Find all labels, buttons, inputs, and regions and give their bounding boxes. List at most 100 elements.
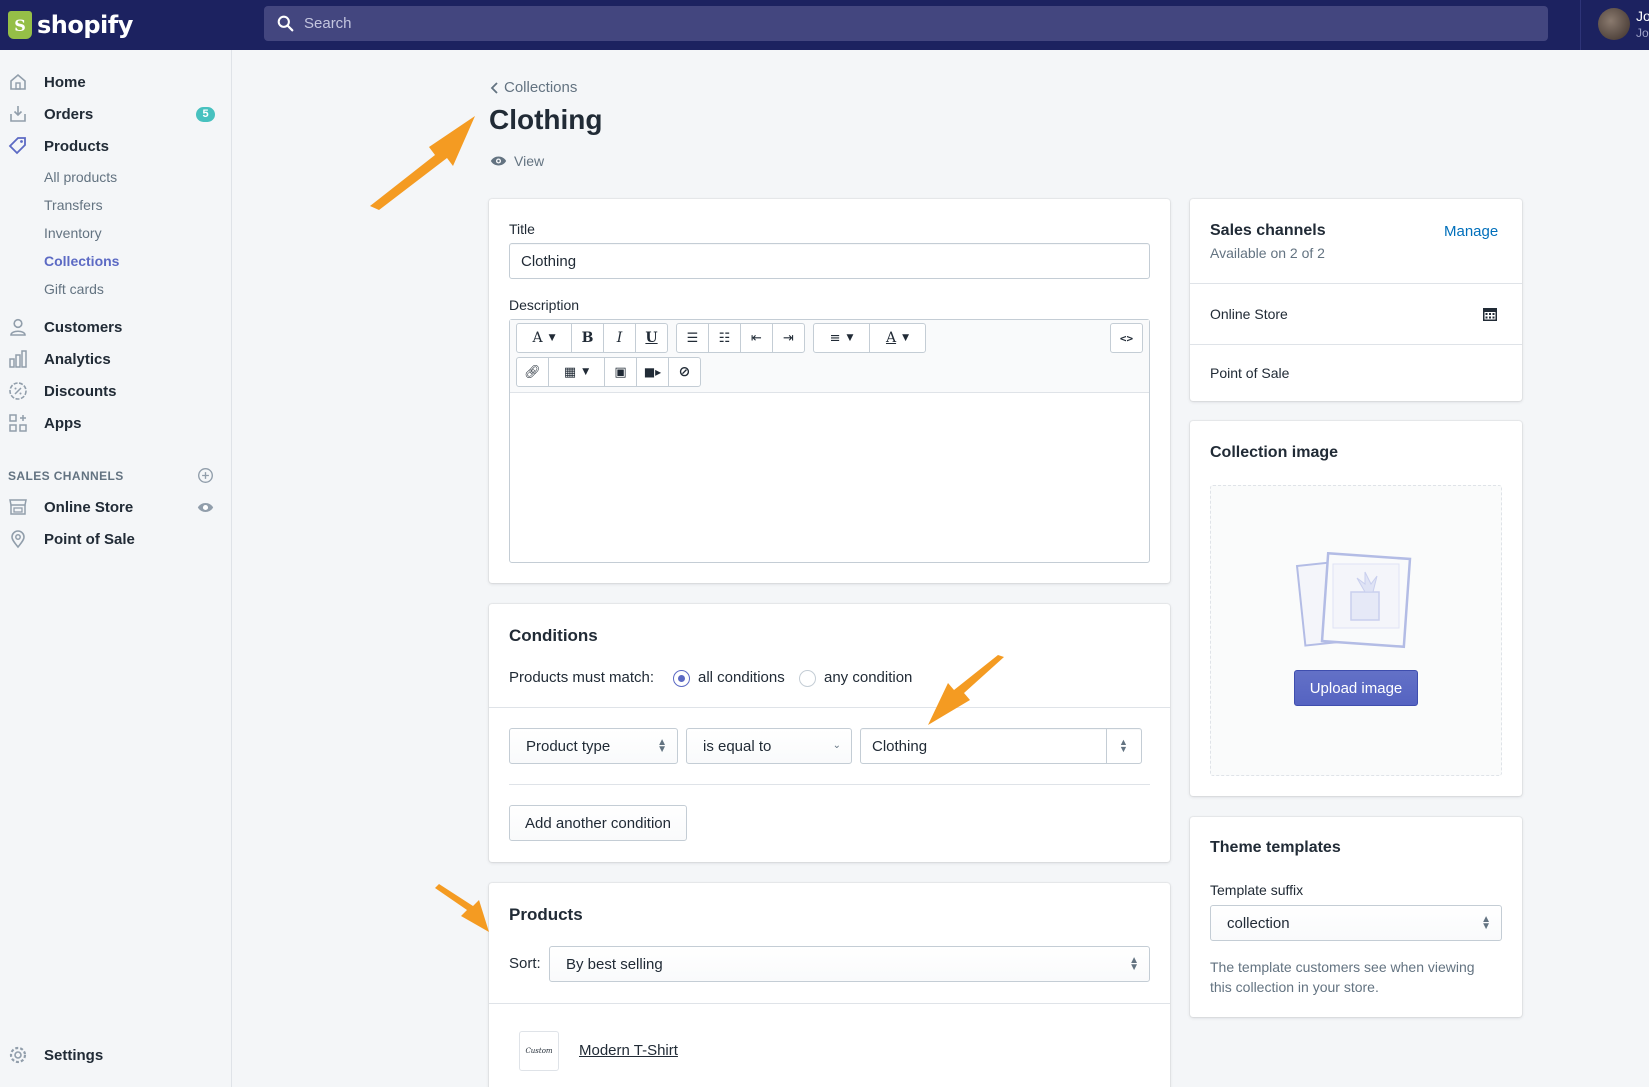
html-toggle-button[interactable]: <> bbox=[1110, 323, 1143, 353]
sidebar-item-label: Home bbox=[44, 73, 86, 91]
view-link[interactable]: View bbox=[490, 153, 544, 169]
condition-operator-select[interactable]: is equal to ⌄ bbox=[686, 728, 852, 764]
editor-toolbar: A ▼ B I U ☰ ☷ ⇤ ⇥ ≡ ▼ A ▼ <> 🔗︎ ▦ ▼ ▣ ■▸ ⊘ bbox=[510, 320, 1149, 393]
insert-link-button[interactable]: 🔗︎ bbox=[516, 357, 549, 387]
upload-image-button[interactable]: Upload image bbox=[1294, 670, 1418, 706]
user-store: Jo bbox=[1636, 26, 1649, 40]
eye-icon bbox=[490, 156, 507, 166]
select-arrows-icon: ▲ ▼ bbox=[1129, 955, 1139, 973]
shopify-logo[interactable]: S shopify bbox=[0, 0, 232, 50]
gear-icon bbox=[9, 1046, 27, 1064]
sidebar-item-home[interactable]: Home bbox=[0, 67, 232, 97]
sidebar-subitem-all-products[interactable]: All products bbox=[44, 169, 117, 185]
insert-video-button[interactable]: ■▸ bbox=[636, 357, 669, 387]
insert-image-button[interactable]: ▣ bbox=[604, 357, 637, 387]
template-suffix-select[interactable]: collection ▲ ▼ bbox=[1210, 905, 1502, 941]
logo-letter: S bbox=[14, 15, 26, 35]
condition-field-select[interactable]: Product type ▲ ▼ bbox=[509, 728, 678, 764]
numbered-list-button[interactable]: ☷ bbox=[708, 323, 741, 353]
breadcrumb-label: Collections bbox=[504, 79, 578, 96]
sidebar-subitem-transfers[interactable]: Transfers bbox=[44, 197, 103, 213]
description-label: Description bbox=[509, 297, 580, 313]
chevron-down-icon: ▼ bbox=[902, 333, 910, 343]
any-condition-radio[interactable] bbox=[799, 670, 816, 687]
outdent-button[interactable]: ⇤ bbox=[740, 323, 773, 353]
sidebar-subitem-collections[interactable]: Collections bbox=[44, 253, 119, 269]
home-icon bbox=[10, 73, 26, 90]
select-arrows-icon[interactable]: ▲ ▼ bbox=[1119, 738, 1128, 754]
underline-button[interactable]: U bbox=[635, 323, 668, 353]
bullet-list-icon: ☰ bbox=[686, 330, 699, 346]
search-input[interactable]: Search bbox=[264, 6, 1548, 41]
channels-availability: Available on 2 of 2 bbox=[1210, 245, 1325, 261]
sidebar-item-label: Analytics bbox=[44, 350, 111, 368]
add-condition-button[interactable]: Add another condition bbox=[509, 805, 687, 841]
bold-icon: B bbox=[581, 330, 594, 346]
sidebar-item-discounts[interactable]: Discounts bbox=[0, 376, 232, 406]
annotation-arrow bbox=[928, 655, 1004, 725]
page-title: Clothing bbox=[489, 104, 603, 135]
title-input[interactable]: Clothing bbox=[509, 243, 1150, 279]
image-icon: ▣ bbox=[614, 364, 627, 380]
font-icon: A bbox=[532, 330, 543, 346]
sidebar-item-orders[interactable]: Orders 5 bbox=[0, 99, 232, 129]
manage-link[interactable]: Manage bbox=[1444, 223, 1498, 240]
select-arrows-icon: ▲ ▼ bbox=[657, 737, 667, 755]
user-name[interactable]: Jo bbox=[1636, 8, 1649, 24]
indent-button[interactable]: ⇥ bbox=[772, 323, 805, 353]
any-condition-label[interactable]: any condition bbox=[824, 669, 912, 686]
avatar[interactable] bbox=[1598, 8, 1630, 40]
bullet-list-button[interactable]: ☰ bbox=[676, 323, 709, 353]
outdent-icon: ⇤ bbox=[751, 330, 762, 346]
all-conditions-label[interactable]: all conditions bbox=[698, 669, 785, 686]
condition-value: Clothing bbox=[872, 737, 928, 755]
text-color-icon: A bbox=[885, 330, 897, 346]
sidebar-item-apps[interactable]: Apps bbox=[0, 408, 232, 438]
text-color-button[interactable]: A ▼ bbox=[869, 323, 926, 353]
sidebar-item-point-of-sale[interactable]: Point of Sale bbox=[0, 524, 232, 554]
bold-button[interactable]: B bbox=[571, 323, 604, 353]
sidebar-item-online-store[interactable]: Online Store bbox=[0, 492, 232, 522]
font-size-button[interactable]: A ▼ bbox=[516, 323, 572, 353]
italic-button[interactable]: I bbox=[603, 323, 636, 353]
orders-count-badge: 5 bbox=[196, 106, 215, 122]
orders-icon bbox=[10, 106, 26, 122]
divider bbox=[1190, 344, 1522, 345]
calendar-icon[interactable] bbox=[1482, 306, 1498, 322]
sort-select[interactable]: By best selling ▲ ▼ bbox=[549, 946, 1150, 982]
top-bar: S shopify Search Jo Jo bbox=[0, 0, 1649, 50]
sidebar-item-analytics[interactable]: Analytics bbox=[0, 344, 232, 374]
product-link[interactable]: Modern T-Shirt bbox=[579, 1042, 678, 1059]
all-conditions-radio[interactable] bbox=[673, 670, 690, 687]
theme-templates-heading: Theme templates bbox=[1210, 839, 1341, 856]
description-editor[interactable]: A ▼ B I U ☰ ☷ ⇤ ⇥ ≡ ▼ A ▼ <> 🔗︎ ▦ ▼ ▣ ■▸ ⊘ bbox=[509, 319, 1150, 563]
template-suffix-label: Template suffix bbox=[1210, 882, 1304, 898]
sidebar-subitem-inventory[interactable]: Inventory bbox=[44, 225, 102, 241]
condition-operator-value: is equal to bbox=[703, 737, 772, 755]
sales-channels-heading: Sales channels bbox=[1210, 222, 1326, 239]
tag-icon bbox=[8, 137, 26, 155]
search-placeholder: Search bbox=[304, 15, 352, 32]
sidebar-item-label: Customers bbox=[44, 318, 123, 336]
store-icon bbox=[9, 499, 27, 515]
insert-table-button[interactable]: ▦ ▼ bbox=[548, 357, 605, 387]
condition-value-input[interactable]: Clothing ▲ ▼ bbox=[860, 728, 1142, 764]
product-thumbnail[interactable]: Custom bbox=[519, 1031, 559, 1071]
title-value: Clothing bbox=[521, 252, 577, 270]
add-channel-icon[interactable] bbox=[197, 467, 214, 484]
align-button[interactable]: ≡ ▼ bbox=[813, 323, 870, 353]
sidebar-item-settings[interactable]: Settings bbox=[0, 1040, 232, 1070]
breadcrumb[interactable]: Collections bbox=[489, 79, 577, 96]
eye-icon[interactable] bbox=[197, 499, 214, 516]
select-arrows-icon: ▲ ▼ bbox=[1481, 914, 1491, 932]
sidebar-item-label: Orders bbox=[44, 105, 94, 123]
link-icon: 🔗︎ bbox=[524, 364, 541, 380]
sidebar-item-label: Discounts bbox=[44, 382, 117, 400]
search-icon bbox=[277, 15, 294, 32]
clear-formatting-button[interactable]: ⊘ bbox=[668, 357, 701, 387]
sidebar-item-products[interactable]: Products bbox=[0, 131, 232, 161]
image-dropzone[interactable]: Upload image bbox=[1210, 485, 1502, 776]
chevron-down-icon: ⌄ bbox=[832, 740, 841, 751]
sidebar-subitem-gift-cards[interactable]: Gift cards bbox=[44, 281, 104, 297]
sidebar-item-customers[interactable]: Customers bbox=[0, 312, 232, 342]
